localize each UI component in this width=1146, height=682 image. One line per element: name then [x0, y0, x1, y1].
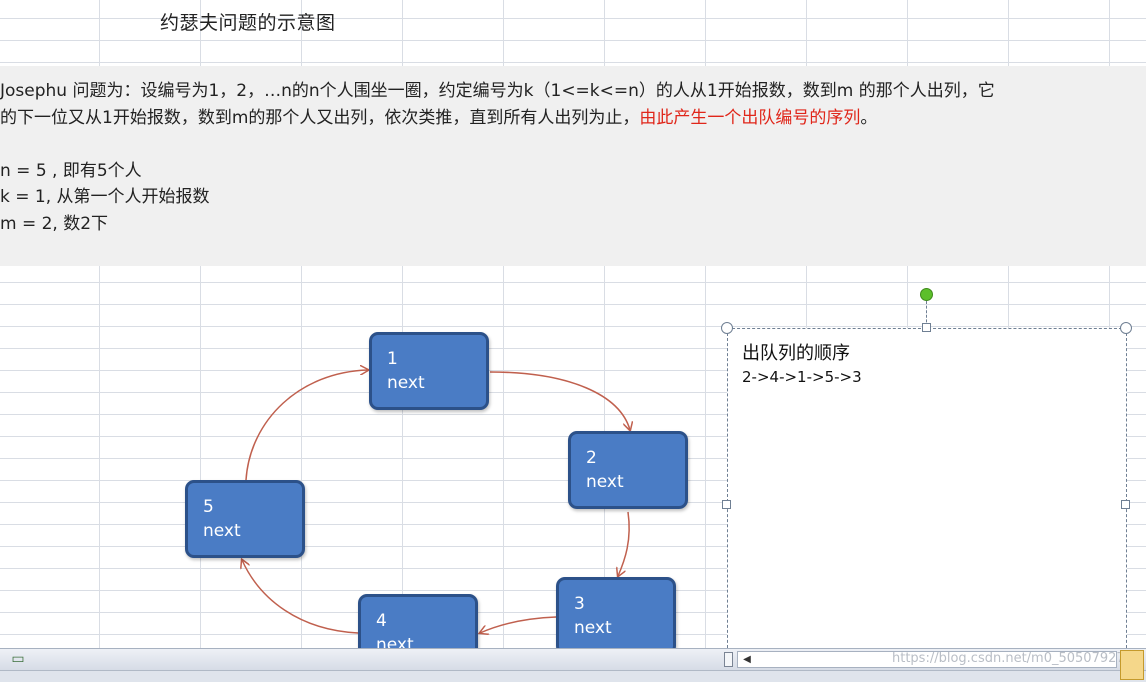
sheet-tab-bar: ▭ ◀ https://blog.csdn.net/m0_50507927: [0, 648, 1146, 670]
order-box-title: 出队列的顺序: [742, 343, 850, 364]
node-2-id: 2: [586, 448, 597, 468]
resize-handle-top[interactable]: [922, 323, 931, 332]
node-1-id: 1: [387, 349, 398, 369]
resize-handle-left[interactable]: [722, 500, 731, 509]
node-3[interactable]: 3 next: [556, 577, 676, 655]
description-panel: Josephu 问题为：设编号为1，2，…n的n个人围坐一圈，约定编号为k（1<…: [0, 66, 1146, 266]
node-5-id: 5: [203, 497, 214, 517]
node-2-next: next: [586, 472, 624, 492]
diagram-title: 约瑟夫问题的示意图: [160, 12, 336, 34]
param-m: m = 2, 数2下: [0, 214, 109, 234]
dequeue-order-textbox[interactable]: 出队列的顺序 2->4->1->5->3: [727, 328, 1127, 658]
param-k: k = 1, 从第一个人开始报数: [0, 187, 210, 207]
node-2[interactable]: 2 next: [568, 431, 688, 509]
description-highlight: 由此产生一个出队编号的序列: [639, 108, 861, 128]
resize-handle-top-right[interactable]: [1120, 322, 1132, 334]
status-bar: [0, 670, 1146, 682]
tab-split-handle[interactable]: [724, 652, 733, 667]
watermark: https://blog.csdn.net/m0_50507927: [892, 651, 1125, 666]
description-line-2-text: 的下一位又从1开始报数，数到m的那个人又出列，依次类推，直到所有人出列为止，: [0, 108, 640, 128]
scroll-left-icon[interactable]: ◀: [740, 652, 754, 667]
description-line-1: Josephu 问题为：设编号为1，2，…n的n个人围坐一圈，约定编号为k（1<…: [0, 81, 995, 101]
insert-sheet-icon[interactable]: ▭: [6, 651, 30, 669]
rotate-handle[interactable]: [920, 288, 933, 301]
node-4-id: 4: [376, 611, 387, 631]
order-box-value: 2->4->1->5->3: [742, 368, 862, 386]
node-3-id: 3: [574, 594, 585, 614]
resize-handle-right[interactable]: [1121, 500, 1130, 509]
description-line-2-end: 。: [860, 108, 878, 128]
description-line-2: 的下一位又从1开始报数，数到m的那个人又出列，依次类推，直到所有人出列为止，由此…: [0, 103, 877, 128]
node-1-next: next: [387, 373, 425, 393]
node-5-next: next: [203, 521, 241, 541]
node-1[interactable]: 1 next: [369, 332, 489, 410]
node-5[interactable]: 5 next: [185, 480, 305, 558]
param-n: n = 5 , 即有5个人: [0, 161, 142, 181]
normal-view-button[interactable]: [1120, 650, 1144, 680]
node-3-next: next: [574, 618, 612, 638]
resize-handle-top-left[interactable]: [721, 322, 733, 334]
